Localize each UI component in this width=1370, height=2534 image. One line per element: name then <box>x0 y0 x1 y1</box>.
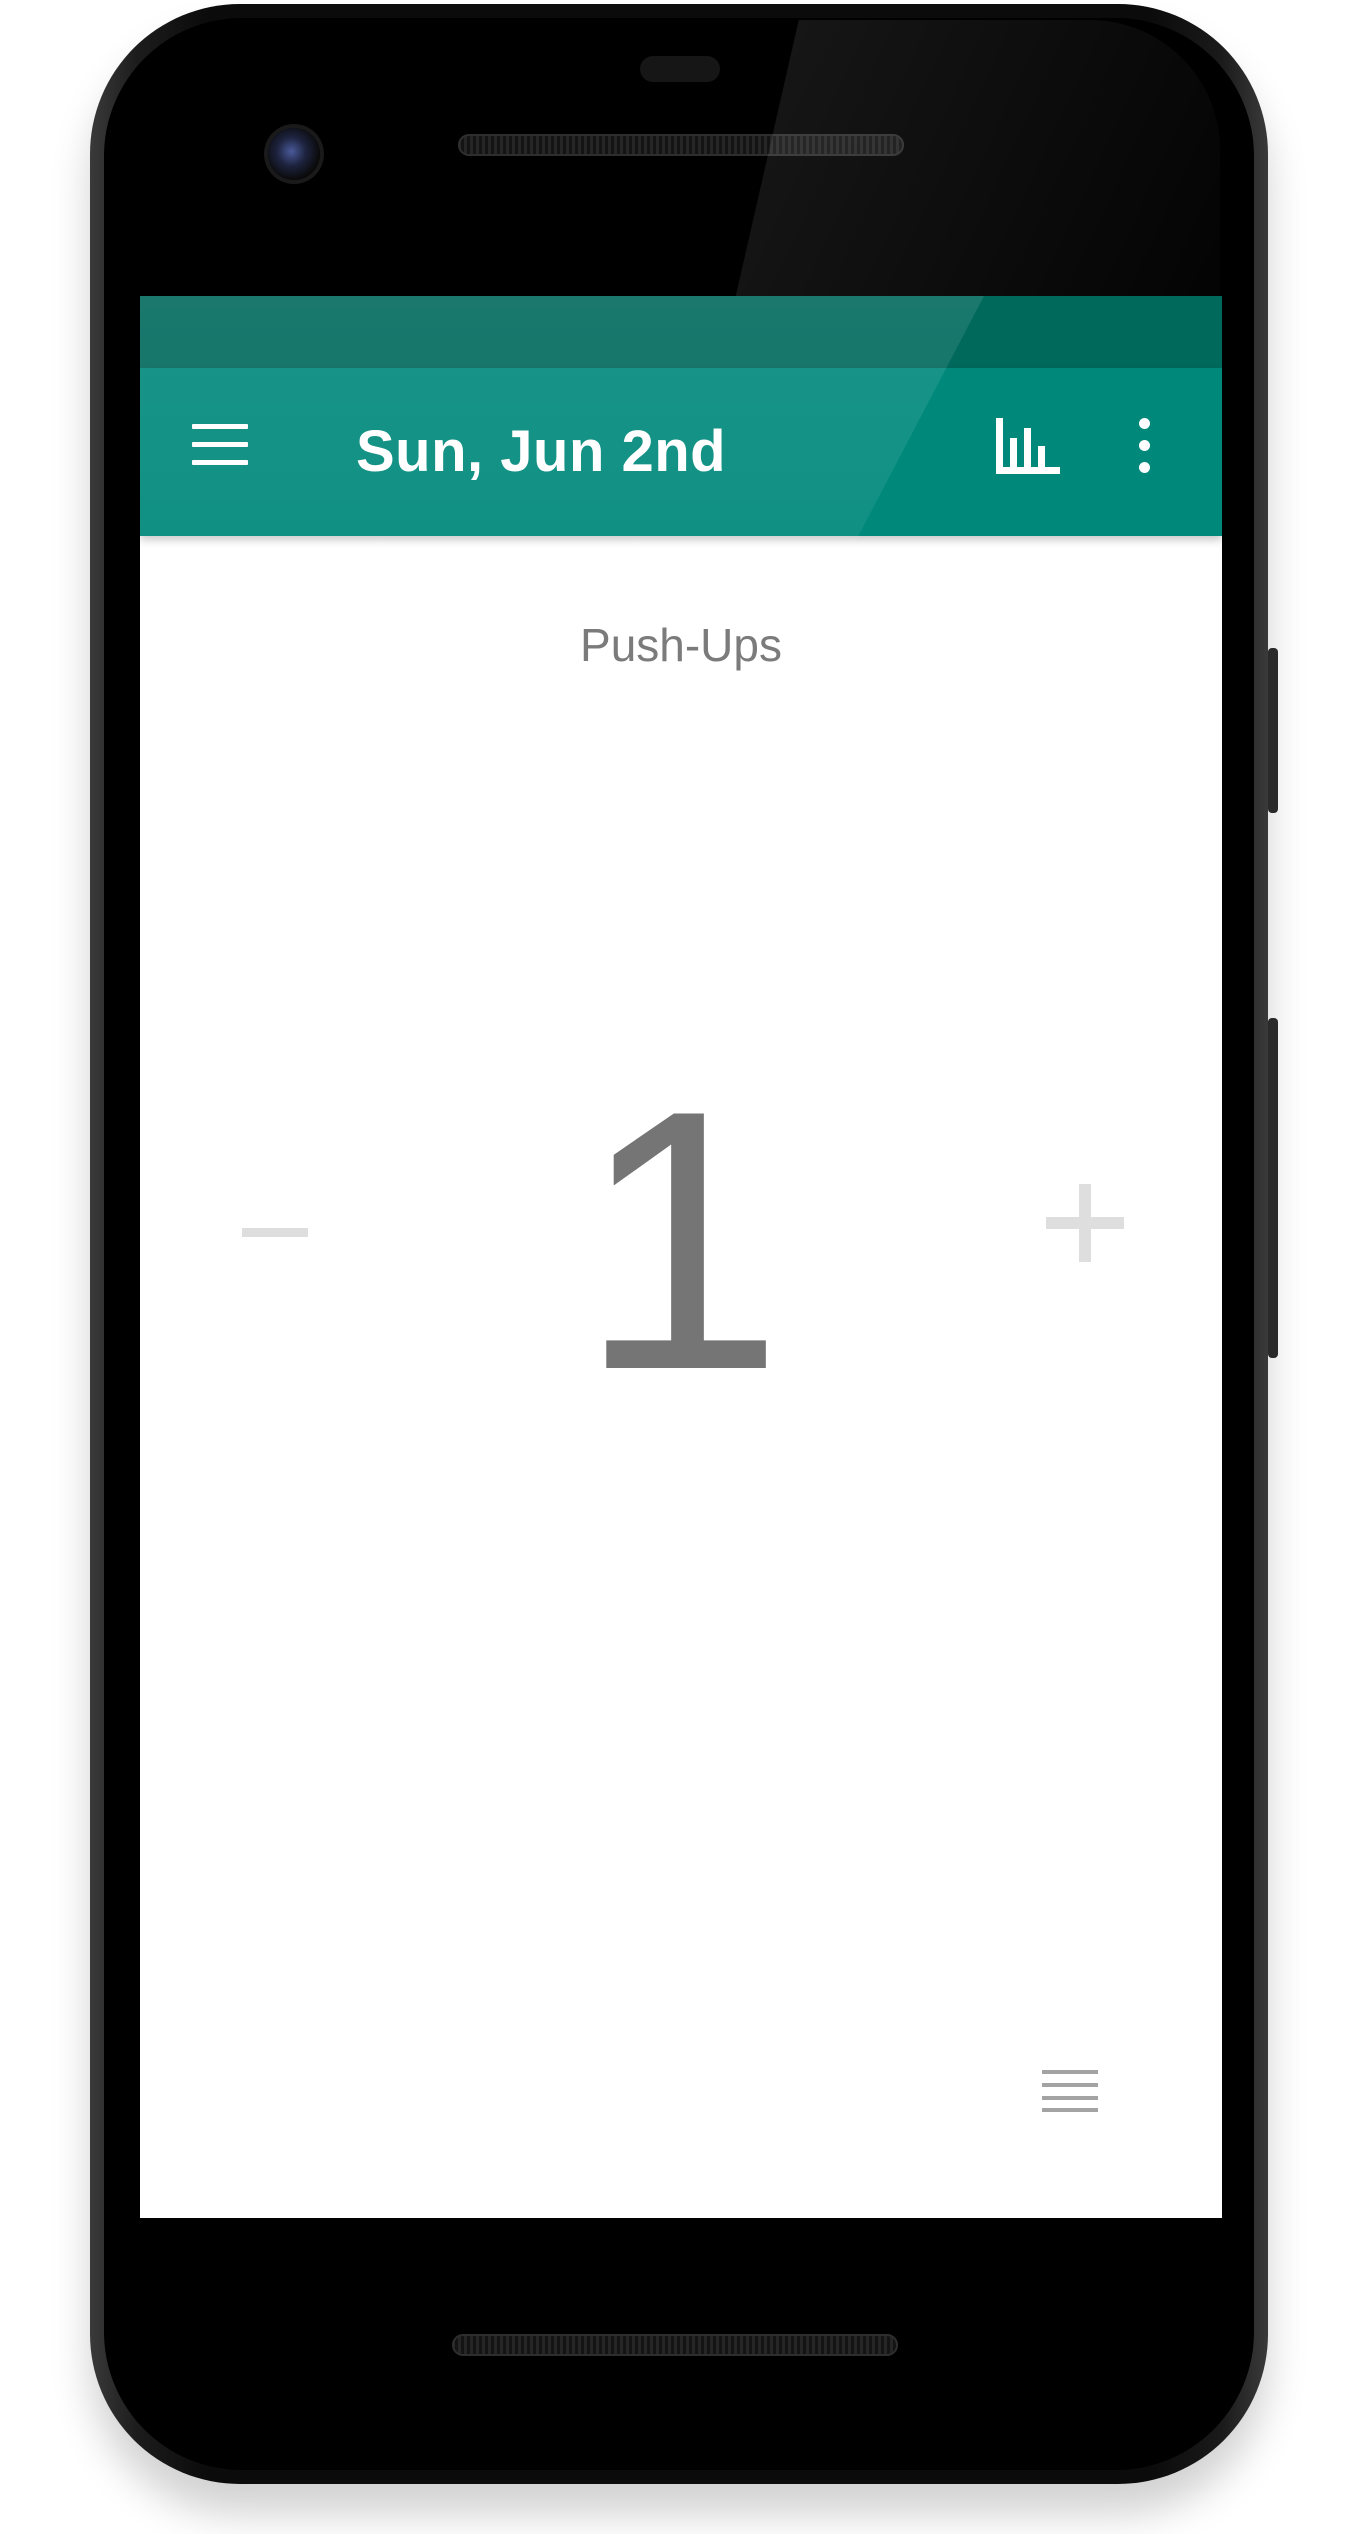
proximity-sensor <box>640 56 720 82</box>
list-icon[interactable] <box>1042 2070 1098 2112</box>
app-bar: Sun, Jun 2nd <box>140 368 1222 536</box>
power-button <box>1268 648 1278 813</box>
status-bar <box>140 296 1222 368</box>
more-vert-icon[interactable] <box>1134 418 1154 474</box>
app-screen: Sun, Jun 2nd Push-Ups 1 <box>140 296 1222 2218</box>
increment-button[interactable] <box>1040 1180 1130 1270</box>
earpiece-speaker <box>458 134 904 156</box>
page-title: Sun, Jun 2nd <box>356 419 727 484</box>
bar-chart-icon[interactable] <box>996 414 1060 474</box>
volume-button <box>1268 1018 1278 1358</box>
bottom-speaker <box>452 2334 898 2356</box>
device-mockup: Sun, Jun 2nd Push-Ups 1 <box>0 0 1370 2534</box>
menu-icon[interactable] <box>192 424 248 466</box>
counter-name[interactable]: Push-Ups <box>140 618 1222 672</box>
front-camera-icon <box>268 128 320 180</box>
